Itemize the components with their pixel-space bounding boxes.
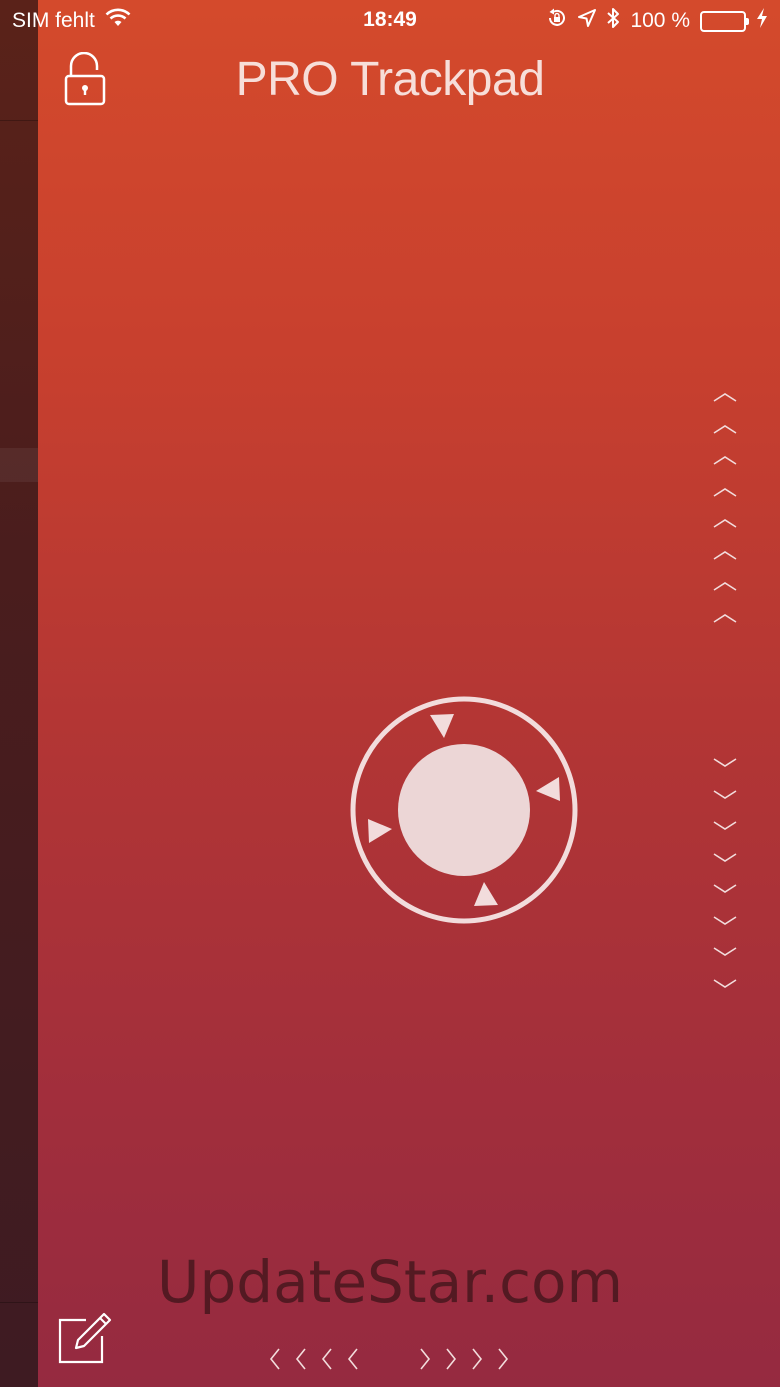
chevron-down-icon: [713, 916, 737, 925]
scroll-down-control[interactable]: [708, 756, 742, 996]
chevron-up-icon: [713, 582, 737, 591]
bluetooth-icon: [606, 7, 620, 35]
edit-icon[interactable]: [56, 1308, 114, 1366]
chevron-right-icon: [446, 1348, 457, 1370]
battery-text: 100 %: [630, 9, 690, 32]
chevron-down-icon: [713, 979, 737, 988]
chevron-up-icon: [713, 551, 737, 560]
joystick-icon: [350, 696, 578, 924]
charging-icon: [756, 7, 768, 35]
battery-icon: [700, 10, 749, 32]
background-app-strip[interactable]: [0, 0, 38, 1387]
chevron-right-icon: [472, 1348, 483, 1370]
scroll-up-control[interactable]: [708, 390, 742, 630]
location-icon: [578, 9, 597, 33]
chevron-up-icon: [713, 456, 737, 465]
chevron-down-icon: [713, 790, 737, 799]
strip-highlight: [0, 448, 38, 482]
chevron-up-icon: [713, 425, 737, 434]
chevron-right-icon: [420, 1348, 431, 1370]
chevron-up-icon: [713, 393, 737, 402]
chevron-down-icon: [713, 821, 737, 830]
scroll-left-control[interactable]: [268, 1346, 364, 1372]
chevron-up-icon: [713, 614, 737, 623]
chevron-down-icon: [713, 884, 737, 893]
trackpad-joystick[interactable]: [348, 694, 580, 926]
watermark: UpdateStar.com: [157, 1248, 623, 1316]
chevron-up-icon: [713, 488, 737, 497]
chevron-down-icon: [713, 947, 737, 956]
strip-divider: [0, 120, 38, 121]
app-title: PRO Trackpad: [235, 53, 545, 106]
status-bar: SIM fehlt 18:49 100 %: [0, 0, 780, 40]
chevron-up-icon: [713, 519, 737, 528]
chevron-down-icon: [713, 758, 737, 767]
scroll-right-control[interactable]: [418, 1346, 514, 1372]
chevron-left-icon: [321, 1348, 332, 1370]
chevron-left-icon: [295, 1348, 306, 1370]
arrow-left-icon: [368, 819, 392, 843]
arrow-down-icon: [474, 882, 498, 906]
rotation-lock-icon: [546, 7, 568, 35]
chevron-left-icon: [347, 1348, 358, 1370]
chevron-right-icon: [498, 1348, 509, 1370]
arrow-right-icon: [536, 777, 560, 801]
chevron-down-icon: [713, 853, 737, 862]
chevron-left-icon: [269, 1348, 280, 1370]
arrow-up-icon: [430, 714, 454, 738]
